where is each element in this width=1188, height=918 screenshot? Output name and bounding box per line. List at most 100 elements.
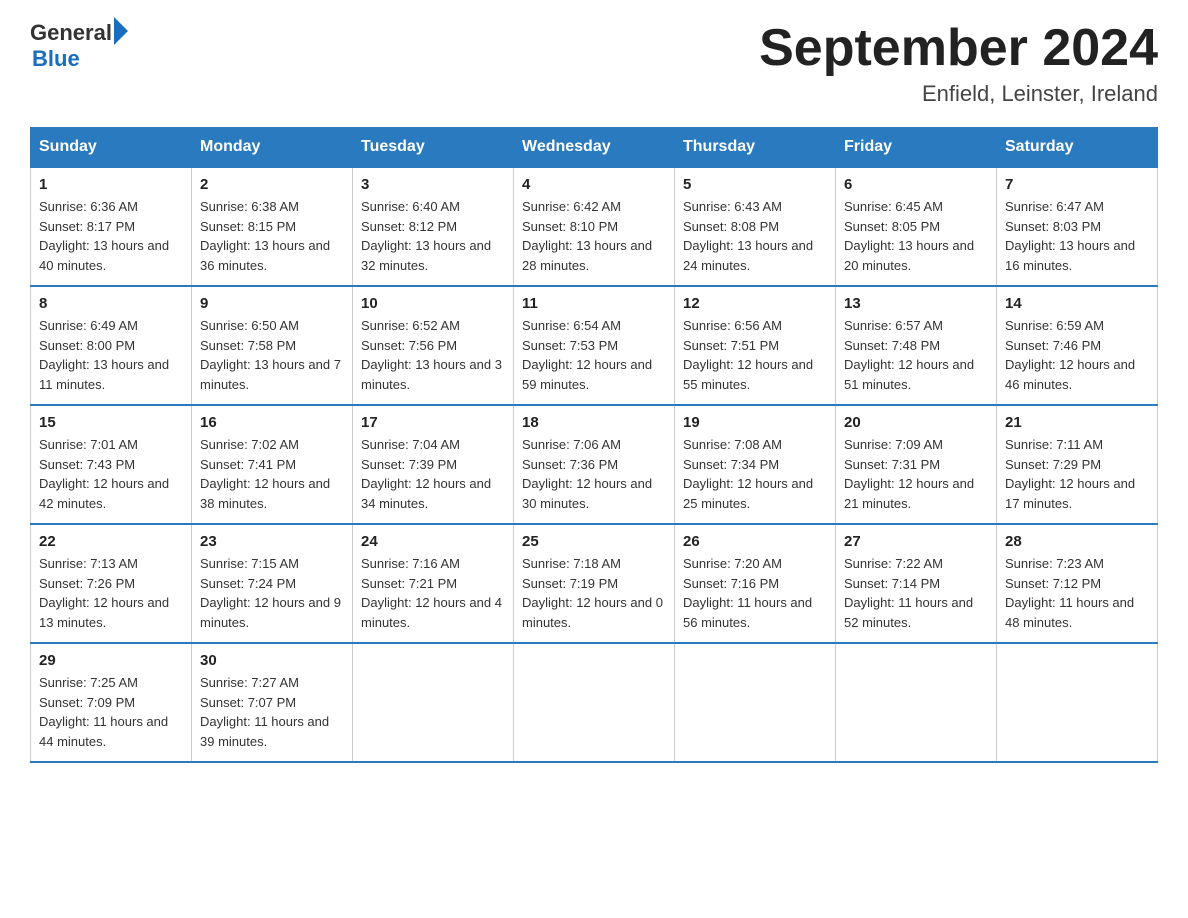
day-number: 18 — [522, 414, 666, 431]
table-row: 2 Sunrise: 6:38 AM Sunset: 8:15 PM Dayli… — [192, 167, 353, 286]
table-row: 29 Sunrise: 7:25 AM Sunset: 7:09 PM Dayl… — [31, 643, 192, 762]
day-info: Sunrise: 7:22 AM Sunset: 7:14 PM Dayligh… — [844, 554, 988, 632]
day-number: 27 — [844, 533, 988, 550]
day-info: Sunrise: 7:13 AM Sunset: 7:26 PM Dayligh… — [39, 554, 183, 632]
day-info: Sunrise: 7:27 AM Sunset: 7:07 PM Dayligh… — [200, 673, 344, 751]
header-tuesday: Tuesday — [353, 128, 514, 168]
day-number: 6 — [844, 176, 988, 193]
header-saturday: Saturday — [997, 128, 1158, 168]
table-row: 9 Sunrise: 6:50 AM Sunset: 7:58 PM Dayli… — [192, 286, 353, 405]
day-number: 5 — [683, 176, 827, 193]
day-info: Sunrise: 7:23 AM Sunset: 7:12 PM Dayligh… — [1005, 554, 1149, 632]
day-number: 13 — [844, 295, 988, 312]
calendar-week-row: 15 Sunrise: 7:01 AM Sunset: 7:43 PM Dayl… — [31, 405, 1158, 524]
day-number: 10 — [361, 295, 505, 312]
table-row: 24 Sunrise: 7:16 AM Sunset: 7:21 PM Dayl… — [353, 524, 514, 643]
day-number: 4 — [522, 176, 666, 193]
table-row: 8 Sunrise: 6:49 AM Sunset: 8:00 PM Dayli… — [31, 286, 192, 405]
table-row: 25 Sunrise: 7:18 AM Sunset: 7:19 PM Dayl… — [514, 524, 675, 643]
calendar-week-row: 29 Sunrise: 7:25 AM Sunset: 7:09 PM Dayl… — [31, 643, 1158, 762]
day-number: 26 — [683, 533, 827, 550]
table-row — [514, 643, 675, 762]
day-number: 15 — [39, 414, 183, 431]
day-info: Sunrise: 7:09 AM Sunset: 7:31 PM Dayligh… — [844, 435, 988, 513]
day-number: 17 — [361, 414, 505, 431]
day-info: Sunrise: 6:42 AM Sunset: 8:10 PM Dayligh… — [522, 197, 666, 275]
day-info: Sunrise: 7:16 AM Sunset: 7:21 PM Dayligh… — [361, 554, 505, 632]
table-row: 19 Sunrise: 7:08 AM Sunset: 7:34 PM Dayl… — [675, 405, 836, 524]
header-wednesday: Wednesday — [514, 128, 675, 168]
day-info: Sunrise: 7:18 AM Sunset: 7:19 PM Dayligh… — [522, 554, 666, 632]
day-number: 12 — [683, 295, 827, 312]
day-number: 28 — [1005, 533, 1149, 550]
table-row — [836, 643, 997, 762]
day-info: Sunrise: 6:50 AM Sunset: 7:58 PM Dayligh… — [200, 316, 344, 394]
table-row — [997, 643, 1158, 762]
day-number: 11 — [522, 295, 666, 312]
table-row: 30 Sunrise: 7:27 AM Sunset: 7:07 PM Dayl… — [192, 643, 353, 762]
day-number: 1 — [39, 176, 183, 193]
day-number: 29 — [39, 652, 183, 669]
table-row: 28 Sunrise: 7:23 AM Sunset: 7:12 PM Dayl… — [997, 524, 1158, 643]
day-number: 19 — [683, 414, 827, 431]
day-info: Sunrise: 7:06 AM Sunset: 7:36 PM Dayligh… — [522, 435, 666, 513]
day-info: Sunrise: 6:43 AM Sunset: 8:08 PM Dayligh… — [683, 197, 827, 275]
table-row: 26 Sunrise: 7:20 AM Sunset: 7:16 PM Dayl… — [675, 524, 836, 643]
day-info: Sunrise: 7:15 AM Sunset: 7:24 PM Dayligh… — [200, 554, 344, 632]
day-info: Sunrise: 6:57 AM Sunset: 7:48 PM Dayligh… — [844, 316, 988, 394]
table-row: 27 Sunrise: 7:22 AM Sunset: 7:14 PM Dayl… — [836, 524, 997, 643]
table-row: 14 Sunrise: 6:59 AM Sunset: 7:46 PM Dayl… — [997, 286, 1158, 405]
day-number: 16 — [200, 414, 344, 431]
day-info: Sunrise: 7:20 AM Sunset: 7:16 PM Dayligh… — [683, 554, 827, 632]
day-info: Sunrise: 7:01 AM Sunset: 7:43 PM Dayligh… — [39, 435, 183, 513]
day-info: Sunrise: 7:04 AM Sunset: 7:39 PM Dayligh… — [361, 435, 505, 513]
table-row: 17 Sunrise: 7:04 AM Sunset: 7:39 PM Dayl… — [353, 405, 514, 524]
day-info: Sunrise: 6:59 AM Sunset: 7:46 PM Dayligh… — [1005, 316, 1149, 394]
month-title: September 2024 — [759, 20, 1158, 77]
page-header: General Blue September 2024 Enfield, Lei… — [30, 20, 1158, 107]
table-row: 20 Sunrise: 7:09 AM Sunset: 7:31 PM Dayl… — [836, 405, 997, 524]
day-info: Sunrise: 6:54 AM Sunset: 7:53 PM Dayligh… — [522, 316, 666, 394]
logo-text-general: General — [30, 20, 112, 46]
table-row — [675, 643, 836, 762]
table-row: 16 Sunrise: 7:02 AM Sunset: 7:41 PM Dayl… — [192, 405, 353, 524]
day-info: Sunrise: 6:49 AM Sunset: 8:00 PM Dayligh… — [39, 316, 183, 394]
calendar-header-row: Sunday Monday Tuesday Wednesday Thursday… — [31, 128, 1158, 168]
location-title: Enfield, Leinster, Ireland — [759, 81, 1158, 107]
day-info: Sunrise: 6:38 AM Sunset: 8:15 PM Dayligh… — [200, 197, 344, 275]
day-info: Sunrise: 6:47 AM Sunset: 8:03 PM Dayligh… — [1005, 197, 1149, 275]
day-number: 22 — [39, 533, 183, 550]
table-row: 11 Sunrise: 6:54 AM Sunset: 7:53 PM Dayl… — [514, 286, 675, 405]
day-number: 23 — [200, 533, 344, 550]
title-block: September 2024 Enfield, Leinster, Irelan… — [759, 20, 1158, 107]
day-info: Sunrise: 7:08 AM Sunset: 7:34 PM Dayligh… — [683, 435, 827, 513]
table-row: 3 Sunrise: 6:40 AM Sunset: 8:12 PM Dayli… — [353, 167, 514, 286]
table-row — [353, 643, 514, 762]
day-number: 14 — [1005, 295, 1149, 312]
header-friday: Friday — [836, 128, 997, 168]
logo-arrow-icon — [114, 17, 128, 45]
day-number: 24 — [361, 533, 505, 550]
day-number: 30 — [200, 652, 344, 669]
table-row: 6 Sunrise: 6:45 AM Sunset: 8:05 PM Dayli… — [836, 167, 997, 286]
logo-text-blue: Blue — [32, 46, 128, 72]
table-row: 5 Sunrise: 6:43 AM Sunset: 8:08 PM Dayli… — [675, 167, 836, 286]
header-monday: Monday — [192, 128, 353, 168]
table-row: 23 Sunrise: 7:15 AM Sunset: 7:24 PM Dayl… — [192, 524, 353, 643]
day-info: Sunrise: 7:02 AM Sunset: 7:41 PM Dayligh… — [200, 435, 344, 513]
table-row: 10 Sunrise: 6:52 AM Sunset: 7:56 PM Dayl… — [353, 286, 514, 405]
table-row: 12 Sunrise: 6:56 AM Sunset: 7:51 PM Dayl… — [675, 286, 836, 405]
header-sunday: Sunday — [31, 128, 192, 168]
day-number: 2 — [200, 176, 344, 193]
table-row: 21 Sunrise: 7:11 AM Sunset: 7:29 PM Dayl… — [997, 405, 1158, 524]
day-number: 3 — [361, 176, 505, 193]
day-info: Sunrise: 6:36 AM Sunset: 8:17 PM Dayligh… — [39, 197, 183, 275]
table-row: 13 Sunrise: 6:57 AM Sunset: 7:48 PM Dayl… — [836, 286, 997, 405]
day-number: 21 — [1005, 414, 1149, 431]
day-info: Sunrise: 7:11 AM Sunset: 7:29 PM Dayligh… — [1005, 435, 1149, 513]
day-number: 25 — [522, 533, 666, 550]
day-info: Sunrise: 7:25 AM Sunset: 7:09 PM Dayligh… — [39, 673, 183, 751]
day-number: 7 — [1005, 176, 1149, 193]
day-number: 8 — [39, 295, 183, 312]
header-thursday: Thursday — [675, 128, 836, 168]
